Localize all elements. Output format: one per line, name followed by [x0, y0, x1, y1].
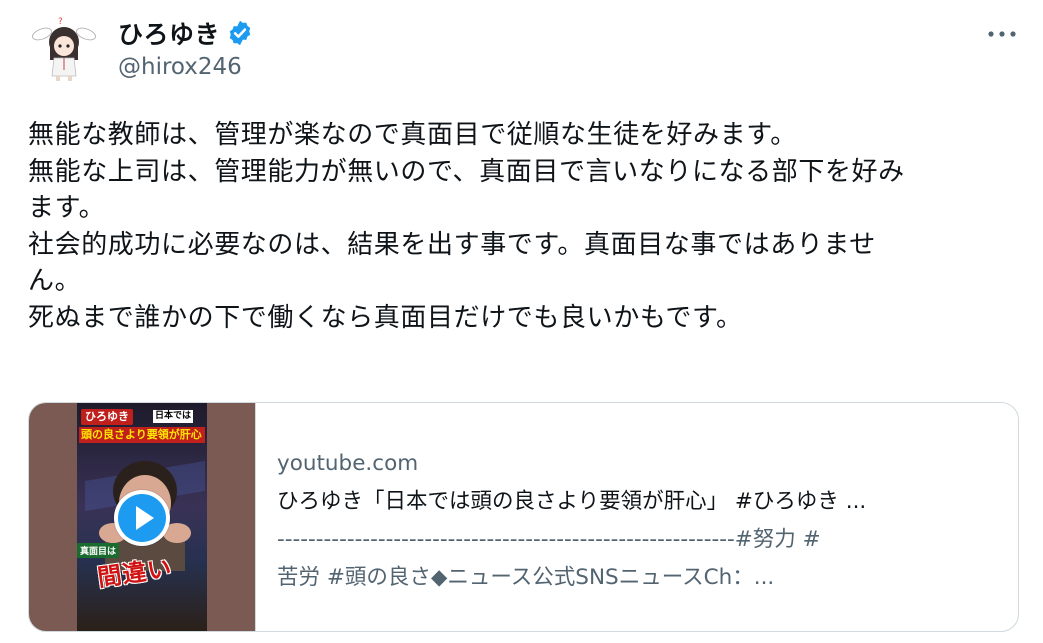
tweet-text-line: ん。 — [28, 266, 82, 296]
tweet-text-line: ます。 — [28, 193, 106, 223]
more-horizontal-icon — [988, 31, 1016, 37]
rabbit-ear-girl-avatar-icon: ? — [28, 12, 100, 84]
link-domain: youtube.com — [277, 451, 419, 476]
author-display-name[interactable]: ひろゆき — [118, 15, 220, 51]
thumbnail-headline: 頭の良さより要領が肝心 — [79, 427, 205, 443]
thumbnail-badge: ひろゆき — [81, 409, 133, 425]
video-thumbnail[interactable]: ひろゆき 日本では 頭の良さより要領が肝心 真面目は 間違い — [29, 403, 256, 631]
more-options-button[interactable] — [984, 20, 1020, 48]
link-card-body: youtube.com ひろゆき「日本では頭の良さより要領が肝心」 #ひろゆき … — [277, 445, 997, 597]
author-handle[interactable]: @hirox246 — [118, 54, 242, 80]
verified-badge-icon[interactable] — [226, 19, 254, 47]
tweet-text-line: 死ぬまで誰かの下で働くなら真面目だけでも良いかもです。 — [28, 302, 743, 333]
svg-text:?: ? — [58, 17, 63, 27]
link-description-line: ----------------------------------------… — [277, 527, 821, 552]
link-title[interactable]: ひろゆき「日本では頭の良さより要領が肝心」 #ひろゆき ... — [277, 483, 997, 521]
author-name-row: ひろゆき — [118, 14, 254, 52]
play-icon — [118, 494, 166, 542]
tweet-text-line: 無能な教師は、管理が楽なので真面目で従順な生徒を好みます。 — [28, 120, 797, 150]
play-button[interactable] — [114, 490, 170, 546]
link-preview-card[interactable]: ひろゆき 日本では 頭の良さより要領が肝心 真面目は 間違い youtube.c… — [28, 402, 1019, 632]
tweet-text-line: 無能な上司は、管理能力が無いので、真面目で言いなりになる部下を好み — [28, 156, 905, 187]
tweet-text-line: 社会的成功に必要なのは、結果を出す事です。真面目な事ではありませ — [28, 229, 876, 260]
thumbnail-badge-sub: 日本では — [153, 410, 194, 423]
tweet-text: 無能な教師は、管理が楽なので真面目で従順な生徒を好みます。 無能な上司は、管理能… — [28, 117, 1013, 336]
link-description-line: 苦労 #頭の良さ◆ニュース公式SNSニュースCh：... — [277, 565, 775, 590]
avatar[interactable]: ? — [28, 12, 100, 84]
link-description: ----------------------------------------… — [277, 521, 997, 597]
